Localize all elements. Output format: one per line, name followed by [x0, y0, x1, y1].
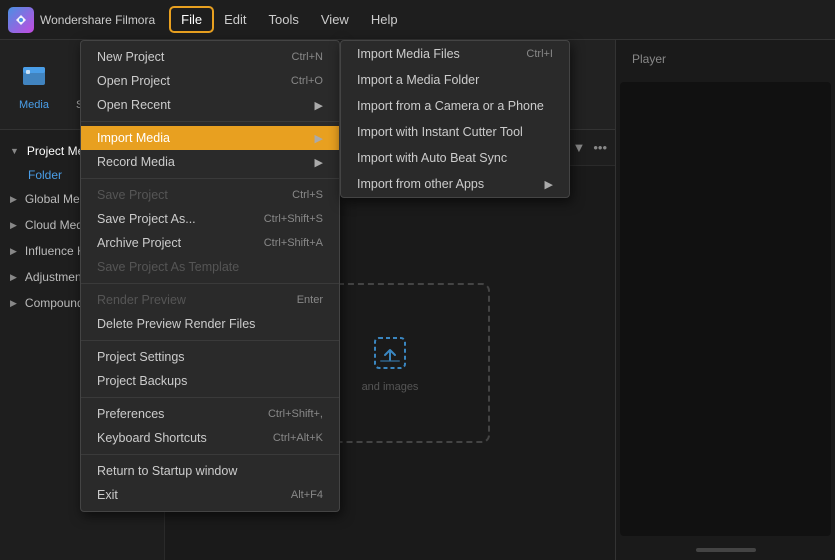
arrow-right-icon-3: ▶ — [315, 156, 323, 169]
arrow-right-icon-submenu: ▶ — [545, 178, 553, 191]
import-submenu: Import Media Files Ctrl+I Import a Media… — [340, 40, 570, 198]
menu-help[interactable]: Help — [361, 8, 408, 31]
submenu-import-other-apps[interactable]: Import from other Apps ▶ — [341, 171, 569, 197]
menu-tools[interactable]: Tools — [259, 8, 309, 31]
more-options-icon[interactable]: ••• — [593, 140, 607, 155]
submenu-import-instant-cutter[interactable]: Import with Instant Cutter Tool — [341, 119, 569, 145]
submenu-import-media-folder[interactable]: Import a Media Folder — [341, 67, 569, 93]
menu-archive-project[interactable]: Archive Project Ctrl+Shift+A — [81, 231, 339, 255]
menu-delete-preview[interactable]: Delete Preview Render Files — [81, 312, 339, 336]
submenu-import-auto-beat-sync[interactable]: Import with Auto Beat Sync — [341, 145, 569, 171]
menu-open-recent[interactable]: Open Recent ▶ — [81, 93, 339, 117]
menu-section-save: Save Project Ctrl+S Save Project As... C… — [81, 179, 339, 284]
top-bar: Wondershare Filmora File Edit Tools View… — [0, 0, 835, 40]
arrow-right-icon-2: ▶ — [315, 132, 323, 145]
menu-save-project: Save Project Ctrl+S — [81, 183, 339, 207]
menu-return-startup[interactable]: Return to Startup window — [81, 459, 339, 483]
menu-edit[interactable]: Edit — [214, 8, 256, 31]
menu-bar: File Edit Tools View Help — [171, 8, 407, 31]
player-content — [620, 82, 831, 536]
menu-project-settings[interactable]: Project Settings — [81, 345, 339, 369]
submenu-import-camera-phone[interactable]: Import from a Camera or a Phone — [341, 93, 569, 119]
menu-preferences[interactable]: Preferences Ctrl+Shift+, — [81, 402, 339, 426]
app-logo: Wondershare Filmora — [8, 7, 155, 33]
menu-section-file-open: New Project Ctrl+N Open Project Ctrl+O O… — [81, 41, 339, 122]
chevron-right-icon: ▶ — [10, 194, 17, 205]
menu-import-media[interactable]: Import Media ▶ — [81, 126, 339, 150]
menu-keyboard-shortcuts[interactable]: Keyboard Shortcuts Ctrl+Alt+K — [81, 426, 339, 450]
player-panel: Player — [615, 40, 835, 560]
chevron-right-icon-5: ▶ — [10, 298, 17, 309]
content-icons: ▼ ••• — [572, 140, 607, 155]
menu-section-render: Render Preview Enter Delete Preview Rend… — [81, 284, 339, 341]
arrow-right-icon: ▶ — [315, 99, 323, 112]
toolbar-media-label: Media — [19, 99, 49, 111]
chevron-right-icon-3: ▶ — [10, 246, 17, 257]
submenu-import-media-files[interactable]: Import Media Files Ctrl+I — [341, 41, 569, 67]
player-label: Player — [616, 40, 835, 78]
menu-open-project[interactable]: Open Project Ctrl+O — [81, 69, 339, 93]
toolbar-media[interactable]: Media — [16, 58, 52, 111]
player-slider[interactable] — [696, 548, 756, 552]
menu-section-project: Project Settings Project Backups — [81, 341, 339, 398]
filter-icon[interactable]: ▼ — [572, 140, 585, 155]
chevron-down-icon: ▼ — [10, 146, 19, 156]
media-icon — [16, 58, 52, 94]
upload-icon — [370, 333, 410, 373]
menu-section-import: Import Media ▶ Record Media ▶ — [81, 122, 339, 179]
menu-view[interactable]: View — [311, 8, 359, 31]
menu-file[interactable]: File — [171, 8, 212, 31]
drop-text: and images — [362, 381, 419, 393]
menu-project-backups[interactable]: Project Backups — [81, 369, 339, 393]
file-menu-dropdown: New Project Ctrl+N Open Project Ctrl+O O… — [80, 40, 340, 512]
menu-save-project-as[interactable]: Save Project As... Ctrl+Shift+S — [81, 207, 339, 231]
menu-new-project[interactable]: New Project Ctrl+N — [81, 45, 339, 69]
menu-save-as-template: Save Project As Template — [81, 255, 339, 279]
app-logo-icon — [8, 7, 34, 33]
app-name: Wondershare Filmora — [40, 13, 155, 27]
chevron-right-icon-4: ▶ — [10, 272, 17, 283]
menu-render-preview: Render Preview Enter — [81, 288, 339, 312]
menu-section-exit: Return to Startup window Return to Start… — [81, 455, 339, 511]
menu-exit[interactable]: Return to Startup window Exit Alt+F4 — [81, 483, 339, 507]
chevron-right-icon-2: ▶ — [10, 220, 17, 231]
menu-section-preferences: Preferences Ctrl+Shift+, Keyboard Shortc… — [81, 398, 339, 455]
player-controls — [616, 540, 835, 560]
menu-record-media[interactable]: Record Media ▶ — [81, 150, 339, 174]
